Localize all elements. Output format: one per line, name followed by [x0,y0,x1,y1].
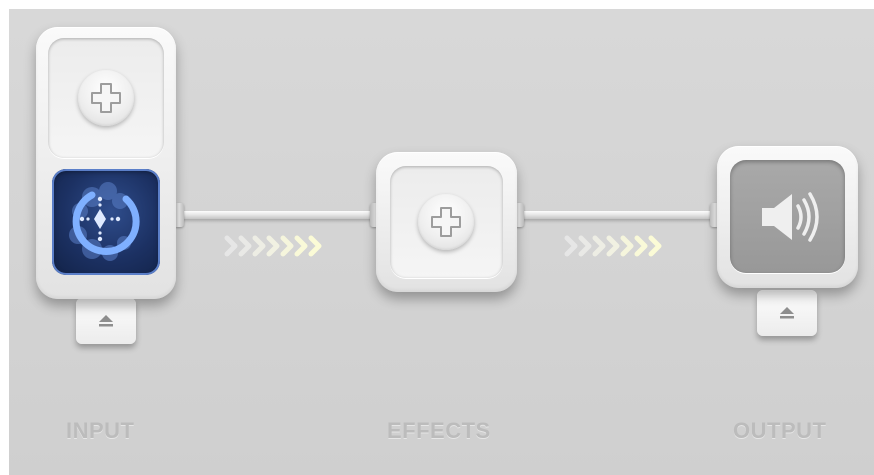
radial-dots-icon [69,182,140,261]
output-module [717,146,858,288]
input-source-tile[interactable] [52,169,160,275]
speaker-icon [762,192,819,242]
effects-label: EFFECTS [387,418,491,443]
output-label: OUTPUT [733,418,827,443]
input-label: INPUT [66,418,135,443]
effects-add-button[interactable] [418,194,474,250]
eject-icon [99,315,113,327]
flow-arrows-right [564,235,662,257]
output-device-tile[interactable] [730,160,845,273]
effects-add-slot [390,166,503,278]
cable-input-effects [180,211,376,219]
plus-icon [91,83,121,113]
cable-effects-output [520,211,716,219]
input-module [36,27,176,299]
input-add-slot [48,38,164,158]
flow-arrows-left [224,235,322,257]
input-add-button[interactable] [78,70,134,126]
eject-icon [780,307,794,319]
plus-icon [431,207,461,237]
input-eject-button[interactable] [76,298,136,344]
effects-module [376,152,517,292]
output-eject-button[interactable] [757,290,817,336]
